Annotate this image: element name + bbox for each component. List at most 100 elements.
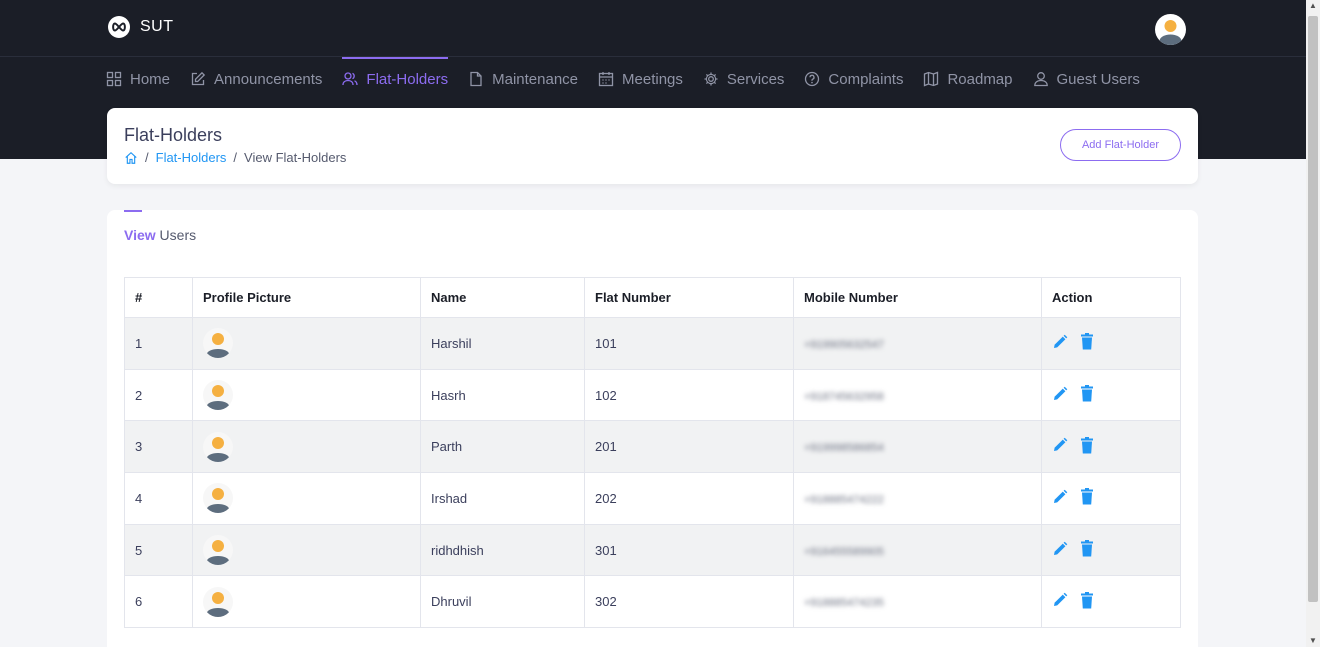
delete-trash-icon[interactable] — [1080, 488, 1094, 508]
brand[interactable]: SUT — [108, 16, 174, 38]
nav-label: Announcements — [214, 70, 323, 88]
column-header-number: # — [124, 277, 193, 318]
profile-picture-cell — [192, 472, 421, 525]
row-number: 5 — [124, 523, 193, 577]
add-flat-holder-button[interactable]: Add Flat-Holder — [1060, 129, 1181, 161]
mobile-number-text: +919905632547 — [804, 338, 884, 351]
row-name: Dhruvil — [420, 575, 585, 629]
profile-picture-cell — [192, 575, 421, 629]
page-header-card: Flat-Holders / Flat-Holders / View Flat-… — [107, 108, 1198, 184]
row-name: Parth — [420, 420, 585, 474]
table-row: 4 Irshad 202 +918885474222 — [124, 472, 1181, 525]
nav-label: Maintenance — [492, 70, 579, 88]
nav-label: Complaints — [828, 70, 904, 88]
nav-guest-users[interactable]: Guest Users — [1033, 57, 1140, 101]
table-header-row: # Profile Picture Name Flat Number Mobil… — [124, 277, 1181, 318]
row-name: Irshad — [420, 472, 585, 525]
mobile-number-text: +918885474222 — [804, 493, 884, 506]
row-name: Hasrh — [420, 368, 585, 422]
nav-flat-holders[interactable]: Flat-Holders — [342, 57, 448, 101]
tab-view-users[interactable]: View Users — [124, 227, 196, 243]
delete-trash-icon[interactable] — [1080, 591, 1094, 612]
row-number: 3 — [124, 420, 193, 474]
nav-complaints[interactable]: Complaints — [804, 57, 903, 101]
nav-roadmap[interactable]: Roadmap — [923, 57, 1013, 101]
action-buttons — [1052, 333, 1170, 353]
map-icon — [924, 71, 939, 87]
nav-home[interactable]: Home — [106, 57, 170, 101]
profile-picture-cell — [192, 420, 421, 474]
mobile-number-text: +919998586854 — [804, 442, 884, 455]
nav-label: Home — [130, 70, 171, 88]
row-flat-number: 301 — [584, 523, 794, 577]
edit-pencil-icon[interactable] — [1052, 386, 1068, 405]
breadcrumb-flat-holders-link[interactable]: Flat-Holders — [156, 150, 227, 165]
row-mobile-number: +919905632547 — [793, 317, 1042, 370]
row-mobile-number: +918885474235 — [793, 575, 1042, 629]
table-row: 5 ridhdhish 301 +916455589905 — [124, 523, 1181, 577]
row-actions — [1041, 420, 1181, 474]
action-buttons — [1052, 488, 1170, 508]
avatar — [203, 380, 233, 411]
row-actions — [1041, 523, 1181, 577]
profile-picture-cell — [192, 368, 421, 422]
table-row: 2 Hasrh 102 +918745632958 — [124, 368, 1181, 422]
nav-maintenance[interactable]: Maintenance — [468, 57, 578, 101]
row-number: 2 — [124, 368, 193, 422]
home-icon[interactable] — [124, 151, 138, 165]
app-name: SUT — [140, 18, 174, 35]
edit-pencil-icon[interactable] — [1052, 489, 1068, 508]
row-number: 1 — [124, 317, 193, 370]
delete-trash-icon[interactable] — [1080, 436, 1094, 457]
tab-users-label: Users — [155, 227, 197, 243]
edit-pencil-icon[interactable] — [1052, 334, 1068, 353]
row-flat-number: 302 — [584, 575, 794, 629]
row-number: 6 — [124, 575, 193, 629]
scroll-down-icon[interactable]: ▼ — [1309, 637, 1317, 645]
delete-trash-icon[interactable] — [1080, 333, 1094, 353]
flat-holders-table: # Profile Picture Name Flat Number Mobil… — [124, 277, 1181, 629]
row-flat-number: 101 — [584, 317, 794, 370]
row-name: Harshil — [420, 317, 585, 370]
avatar — [203, 535, 233, 566]
row-number: 4 — [124, 472, 193, 525]
user-icon — [1033, 72, 1048, 87]
nav-label: Meetings — [622, 70, 683, 88]
action-buttons — [1052, 385, 1170, 405]
action-buttons — [1052, 591, 1170, 612]
mobile-number-text: +918745632958 — [804, 390, 884, 403]
edit-pencil-icon[interactable] — [1052, 592, 1068, 611]
main-nav: Home Announcements Flat-Holders Maintena… — [106, 57, 1140, 101]
nav-announcements[interactable]: Announcements — [190, 57, 322, 101]
edit-pencil-icon[interactable] — [1052, 437, 1068, 456]
avatar — [203, 483, 233, 514]
delete-trash-icon[interactable] — [1080, 540, 1094, 560]
user-avatar[interactable] — [1155, 14, 1186, 45]
avatar — [203, 328, 233, 359]
tab-view-label: View — [124, 227, 156, 243]
delete-trash-icon[interactable] — [1080, 385, 1094, 405]
row-actions — [1041, 575, 1181, 629]
scroll-up-icon[interactable]: ▲ — [1309, 2, 1317, 10]
edit-icon — [191, 71, 206, 86]
table-row: 6 Dhruvil 302 +918885474235 — [124, 575, 1181, 629]
nav-services[interactable]: Services — [703, 57, 784, 101]
avatar — [203, 431, 233, 462]
nav-label: Flat-Holders — [366, 70, 449, 88]
file-icon — [470, 71, 482, 87]
page-title: Flat-Holders — [124, 125, 223, 145]
nav-label: Roadmap — [947, 70, 1013, 88]
breadcrumb: / Flat-Holders / View Flat-Holders — [124, 150, 346, 165]
vertical-scrollbar[interactable]: ▲ ▼ — [1306, 0, 1320, 647]
row-actions — [1041, 368, 1181, 422]
scrollbar-thumb[interactable] — [1308, 16, 1318, 602]
breadcrumb-separator: / — [233, 150, 238, 165]
edit-pencil-icon[interactable] — [1052, 541, 1068, 560]
grid-icon — [106, 71, 122, 87]
action-buttons — [1052, 540, 1170, 560]
row-flat-number: 201 — [584, 420, 794, 474]
column-header-mobile-number: Mobile Number — [793, 277, 1042, 318]
nav-meetings[interactable]: Meetings — [598, 57, 683, 101]
mobile-number-text: +916455589905 — [804, 545, 884, 558]
row-mobile-number: +918745632958 — [793, 368, 1042, 422]
